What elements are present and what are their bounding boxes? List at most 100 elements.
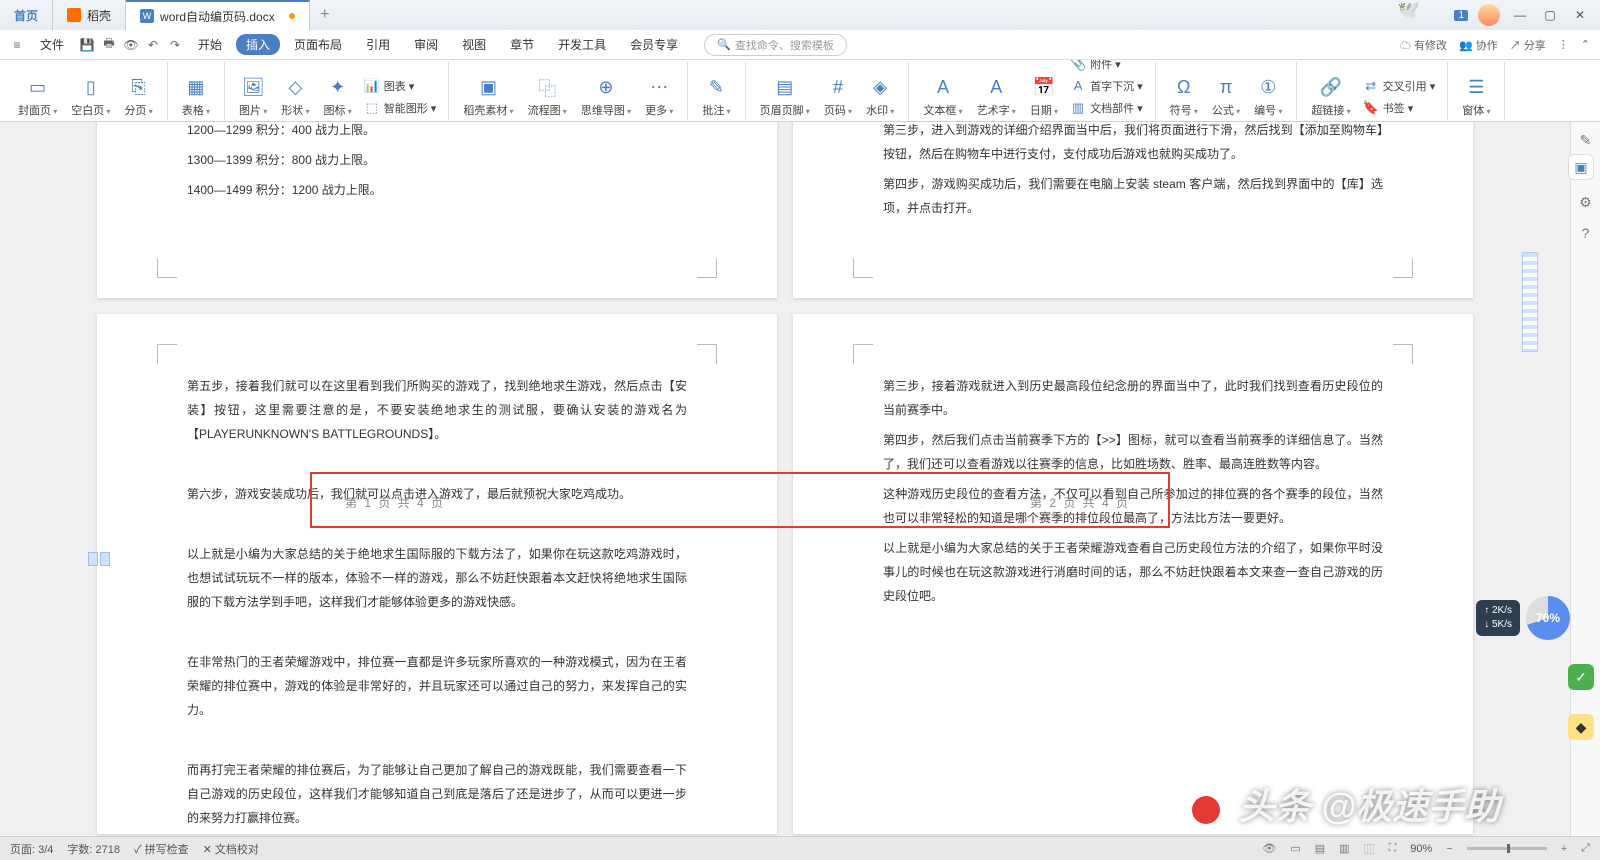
menu-插入[interactable]: 插入 — [236, 34, 280, 55]
rb-稻壳素材[interactable]: ▣稻壳素材 ▾ — [457, 66, 519, 120]
tab-document[interactable]: Wword自动编页码.docx — [126, 0, 310, 30]
tab-docer[interactable]: 稻壳 — [53, 0, 126, 30]
rb-首字下沉[interactable]: A首字下沉 ▾ — [1070, 76, 1143, 96]
zoom-out-icon[interactable]: − — [1446, 843, 1452, 855]
rb-水印[interactable]: ◈水印 ▾ — [860, 66, 900, 120]
稻壳素材-icon: ▣ — [476, 76, 500, 100]
paragraph: 1400—1499 积分：1200 战力上限。 — [187, 178, 687, 202]
rb-交叉引用[interactable]: ⇄交叉引用 ▾ — [1363, 76, 1436, 96]
menu-会员专享[interactable]: 会员专享 — [620, 34, 688, 55]
menu-file[interactable]: 文件 — [30, 34, 74, 55]
rb-图标[interactable]: ✦图标 ▾ — [318, 66, 358, 120]
menu-审阅[interactable]: 审阅 — [404, 34, 448, 55]
preview-icon[interactable]: 👁 — [122, 38, 140, 52]
rb-公式[interactable]: π公式 ▾ — [1206, 66, 1246, 120]
编号-icon: ① — [1256, 76, 1280, 100]
notification-badge[interactable]: 1 — [1454, 10, 1468, 21]
tab-home[interactable]: 首页 — [0, 0, 53, 30]
fit-icon[interactable]: ⛶ — [1389, 842, 1397, 855]
share-button[interactable]: ↗ 分享 — [1510, 37, 1546, 53]
status-page[interactable]: 页面: 3/4 — [10, 841, 53, 857]
图标-icon: ✦ — [326, 76, 350, 100]
分页-icon: ⎘ — [127, 76, 151, 100]
tab-add[interactable]: + — [310, 6, 340, 24]
spell-check[interactable]: ✓ 拼写检查 — [134, 841, 189, 857]
header-edit-icon[interactable] — [88, 552, 110, 568]
view-outline-icon[interactable]: ▥ — [1339, 842, 1349, 855]
rb-符号[interactable]: Ω符号 ▾ — [1164, 66, 1204, 120]
cpu-gauge: 70% — [1526, 596, 1570, 640]
rb-图片[interactable]: 🖼图片 ▾ — [233, 66, 273, 120]
collab-button[interactable]: 👥 协作 — [1459, 37, 1498, 53]
float-green-icon[interactable]: ✓ — [1568, 664, 1594, 690]
rb-分页[interactable]: ⎘分页 ▾ — [119, 66, 159, 120]
float-yellow-icon[interactable]: ◆ — [1568, 714, 1594, 740]
redo-icon[interactable]: ↷ — [166, 38, 184, 52]
rb-思维导图[interactable]: ⊕思维导图 ▾ — [575, 66, 637, 120]
超链接-icon: 🔗 — [1319, 76, 1343, 100]
print-icon[interactable]: 🖶 — [100, 34, 118, 55]
menu-引用[interactable]: 引用 — [356, 34, 400, 55]
save-icon[interactable]: 💾 — [78, 38, 96, 52]
docer-icon — [67, 8, 81, 22]
view-web-icon[interactable]: ⿲ — [1364, 841, 1375, 857]
zoom-slider[interactable] — [1467, 847, 1547, 850]
window-controls: 1 — ▢ ✕ — [1454, 4, 1600, 26]
maximize-button[interactable]: ▢ — [1540, 8, 1560, 22]
封面页-icon: ▭ — [26, 76, 50, 100]
menu-icon[interactable]: ≡ — [8, 38, 26, 52]
fullscreen-icon[interactable]: ⤢ — [1581, 842, 1590, 855]
rb-更多[interactable]: ⋯更多 ▾ — [639, 66, 679, 120]
menu-页面布局[interactable]: 页面布局 — [284, 34, 352, 55]
search-placeholder: 查找命令、搜索模板 — [735, 37, 834, 53]
rb-页码[interactable]: #页码 ▾ — [818, 66, 858, 120]
rb-书签[interactable]: 🔖书签 ▾ — [1363, 98, 1436, 118]
pen-icon[interactable]: ✎ — [1580, 132, 1592, 149]
app-tabs: 首页 稻壳 Wword自动编页码.docx + 🕊️ 1 — ▢ ✕ — [0, 0, 1600, 30]
rb-图表[interactable]: 📊图表 ▾ — [364, 76, 437, 96]
settings-icon[interactable]: ⚙ — [1579, 194, 1592, 211]
more-icon[interactable]: ⋮ — [1558, 38, 1569, 51]
rb-编号[interactable]: ①编号 ▾ — [1248, 66, 1288, 120]
menu-章节[interactable]: 章节 — [500, 34, 544, 55]
float-app-icon[interactable]: ▣ — [1568, 154, 1594, 180]
status-words[interactable]: 字数: 2718 — [67, 841, 120, 857]
rb-空白页[interactable]: ▯空白页 ▾ — [65, 66, 116, 120]
avatar[interactable] — [1478, 4, 1500, 26]
rb-窗体[interactable]: ☰窗体 ▾ — [1456, 66, 1496, 120]
rb-页眉页脚[interactable]: ▤页眉页脚 ▾ — [754, 66, 816, 120]
undo-icon[interactable]: ↶ — [144, 38, 162, 52]
page-4: 第三步，接着游戏就进入到历史最高段位纪念册的界面当中了，此时我们找到查看历史段位… — [793, 314, 1473, 834]
rb-流程图[interactable]: ⿻流程图 ▾ — [522, 66, 573, 120]
rb-超链接[interactable]: 🔗超链接 ▾ — [1305, 66, 1356, 120]
表格-icon: ▦ — [184, 76, 208, 100]
rb-文本框[interactable]: A文本框 ▾ — [917, 66, 968, 120]
艺术字-icon: A — [984, 76, 1008, 100]
view-eye-icon[interactable]: 👁 — [1262, 842, 1276, 855]
rb-艺术字[interactable]: A艺术字 ▾ — [971, 66, 1022, 120]
rb-日期[interactable]: 📅日期 ▾ — [1024, 66, 1064, 120]
view-read-icon[interactable]: ▭ — [1290, 842, 1300, 855]
proofread[interactable]: ✕ 文档校对 — [203, 841, 259, 857]
zoom-value[interactable]: 90% — [1410, 843, 1432, 855]
close-button[interactable]: ✕ — [1570, 8, 1590, 22]
rb-形状[interactable]: ◇形状 ▾ — [275, 66, 315, 120]
help-icon[interactable]: ? — [1582, 225, 1590, 241]
rb-批注[interactable]: ✎批注 ▾ — [696, 66, 736, 120]
performance-widget[interactable]: ↑ 2K/s↓ 5K/s 70% — [1476, 596, 1570, 640]
menu-开始[interactable]: 开始 — [188, 34, 232, 55]
view-page-icon[interactable]: ▤ — [1315, 842, 1325, 855]
menu-开发工具[interactable]: 开发工具 — [548, 34, 616, 55]
rb-封面页[interactable]: ▭封面页 ▾ — [12, 66, 63, 120]
command-search[interactable]: 🔍查找命令、搜索模板 — [704, 34, 847, 56]
collapse-ribbon-icon[interactable]: ⌃ — [1581, 38, 1590, 51]
zoom-in-icon[interactable]: + — [1561, 843, 1567, 855]
rb-文档部件[interactable]: ▥文档部件 ▾ — [1070, 98, 1143, 118]
minimize-button[interactable]: — — [1510, 8, 1530, 22]
modify-status[interactable]: ☁ 有修改 — [1400, 37, 1447, 53]
图表-icon: 📊 — [364, 78, 380, 94]
menu-视图[interactable]: 视图 — [452, 34, 496, 55]
document-canvas[interactable]: 1200—1299 积分：400 战力上限。1300—1399 积分：800 战… — [0, 122, 1570, 836]
rb-表格[interactable]: ▦表格 ▾ — [176, 66, 216, 120]
rb-智能图形[interactable]: ⬚智能图形 ▾ — [364, 98, 437, 118]
